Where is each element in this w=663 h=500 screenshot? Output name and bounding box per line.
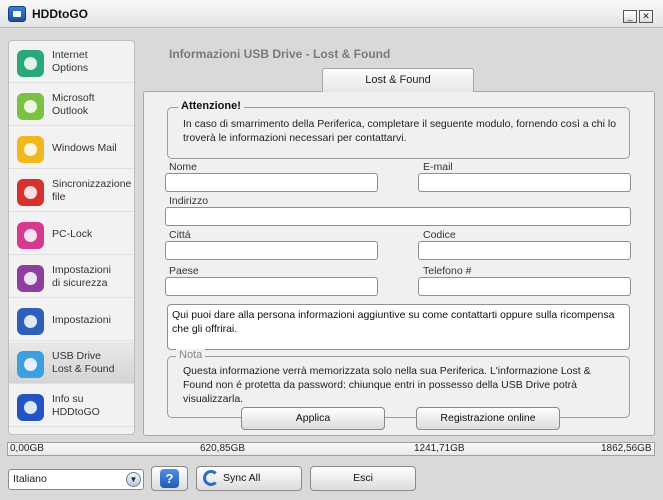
citta-label: Cittá xyxy=(169,229,191,241)
sidebar: Internet Options Microsoft Outlook Windo… xyxy=(8,40,135,435)
nota-text: Questa informazione verrà memorizzata so… xyxy=(183,365,591,405)
exit-button[interactable]: Esci xyxy=(310,466,416,491)
codice-label: Codice xyxy=(423,229,456,241)
pc-lock-icon xyxy=(17,222,44,249)
sidebar-item-label: Internet Options xyxy=(52,49,89,74)
sidebar-item-impostazioni[interactable]: Impostazioni xyxy=(9,299,134,341)
mail-icon xyxy=(17,136,44,163)
sidebar-item-label: Info su HDDtoGO xyxy=(52,393,100,418)
chevron-down-icon[interactable]: ▼ xyxy=(126,472,141,487)
sidebar-item-label: Microsoft Outlook xyxy=(52,92,95,117)
applica-button[interactable]: Applica xyxy=(241,407,385,430)
telefono-label: Telefono # xyxy=(423,265,472,277)
sidebar-item-label: Impostazioni di sicurezza xyxy=(52,264,111,289)
storage-label-min: 0,00GB xyxy=(10,443,44,454)
help-button[interactable]: ? xyxy=(151,466,188,491)
sidebar-item-label: Sincronizzazione file xyxy=(52,178,132,203)
paese-field[interactable] xyxy=(165,277,378,296)
registrazione-online-button[interactable]: Registrazione online xyxy=(416,407,560,430)
sync-files-icon xyxy=(17,179,44,206)
language-select[interactable]: Italiano ▼ xyxy=(8,469,144,490)
sidebar-item-info[interactable]: Info su HDDtoGO xyxy=(9,385,134,427)
indirizzo-label: Indirizzo xyxy=(169,195,209,207)
help-icon: ? xyxy=(160,469,179,488)
additional-info-textarea[interactable]: Qui puoi dare alla persona informazioni … xyxy=(167,304,630,350)
hddtogo-app-icon xyxy=(8,6,26,22)
sidebar-item-internet-options[interactable]: Internet Options xyxy=(9,41,134,83)
sidebar-item-label: PC-Lock xyxy=(52,227,93,240)
telefono-field[interactable] xyxy=(418,277,631,296)
sidebar-item-label: USB Drive Lost & Found xyxy=(52,350,115,375)
window-title: HDDtoGO xyxy=(32,7,88,21)
settings-gears-icon xyxy=(17,308,44,335)
sync-all-button[interactable]: Sync All xyxy=(196,466,302,491)
attention-text: In caso di smarrimento della Periferica,… xyxy=(183,118,617,144)
nota-legend: Nota xyxy=(176,349,206,361)
sync-all-label: Sync All xyxy=(223,472,261,484)
paese-label: Paese xyxy=(169,265,199,277)
sidebar-item-impostazioni-sicurezza[interactable]: Impostazioni di sicurezza xyxy=(9,256,134,298)
tab-lost-found[interactable]: Lost & Found xyxy=(322,68,474,92)
minimize-icon[interactable]: _ xyxy=(623,10,637,23)
citta-field[interactable] xyxy=(165,241,378,260)
sidebar-item-windows-mail[interactable]: Windows Mail xyxy=(9,127,134,169)
storage-label-1: 620,85GB xyxy=(200,443,246,454)
sidebar-item-lost-found[interactable]: USB Drive Lost & Found xyxy=(9,342,134,384)
panel-title: Informazioni USB Drive - Lost & Found xyxy=(169,47,391,61)
outlook-icon xyxy=(17,93,44,120)
sync-icon xyxy=(203,470,219,486)
sidebar-item-label: Windows Mail xyxy=(52,141,117,154)
lost-found-icon xyxy=(17,351,44,378)
storage-label-max: 1862,56GB xyxy=(601,443,652,454)
security-lock-icon xyxy=(17,265,44,292)
sidebar-item-microsoft-outlook[interactable]: Microsoft Outlook xyxy=(9,84,134,126)
email-label: E-mail xyxy=(423,161,453,173)
sidebar-item-pc-lock[interactable]: PC-Lock xyxy=(9,213,134,255)
internet-options-icon xyxy=(17,50,44,77)
title-bar: HDDtoGO _ ✕ xyxy=(0,0,663,28)
sidebar-item-sincronizzazione-file[interactable]: Sincronizzazione file xyxy=(9,170,134,212)
storage-label-2: 1241,71GB xyxy=(414,443,465,454)
storage-usage-bar xyxy=(7,442,655,456)
sidebar-item-label: Impostazioni xyxy=(52,313,111,326)
codice-field[interactable] xyxy=(418,241,631,260)
email-field[interactable] xyxy=(418,173,631,192)
indirizzo-field[interactable] xyxy=(165,207,631,226)
attention-legend: Attenzione! xyxy=(178,100,244,112)
close-icon[interactable]: ✕ xyxy=(639,10,653,23)
info-icon xyxy=(17,394,44,421)
nome-field[interactable] xyxy=(165,173,378,192)
nome-label: Nome xyxy=(169,161,198,173)
language-value: Italiano xyxy=(13,473,47,485)
